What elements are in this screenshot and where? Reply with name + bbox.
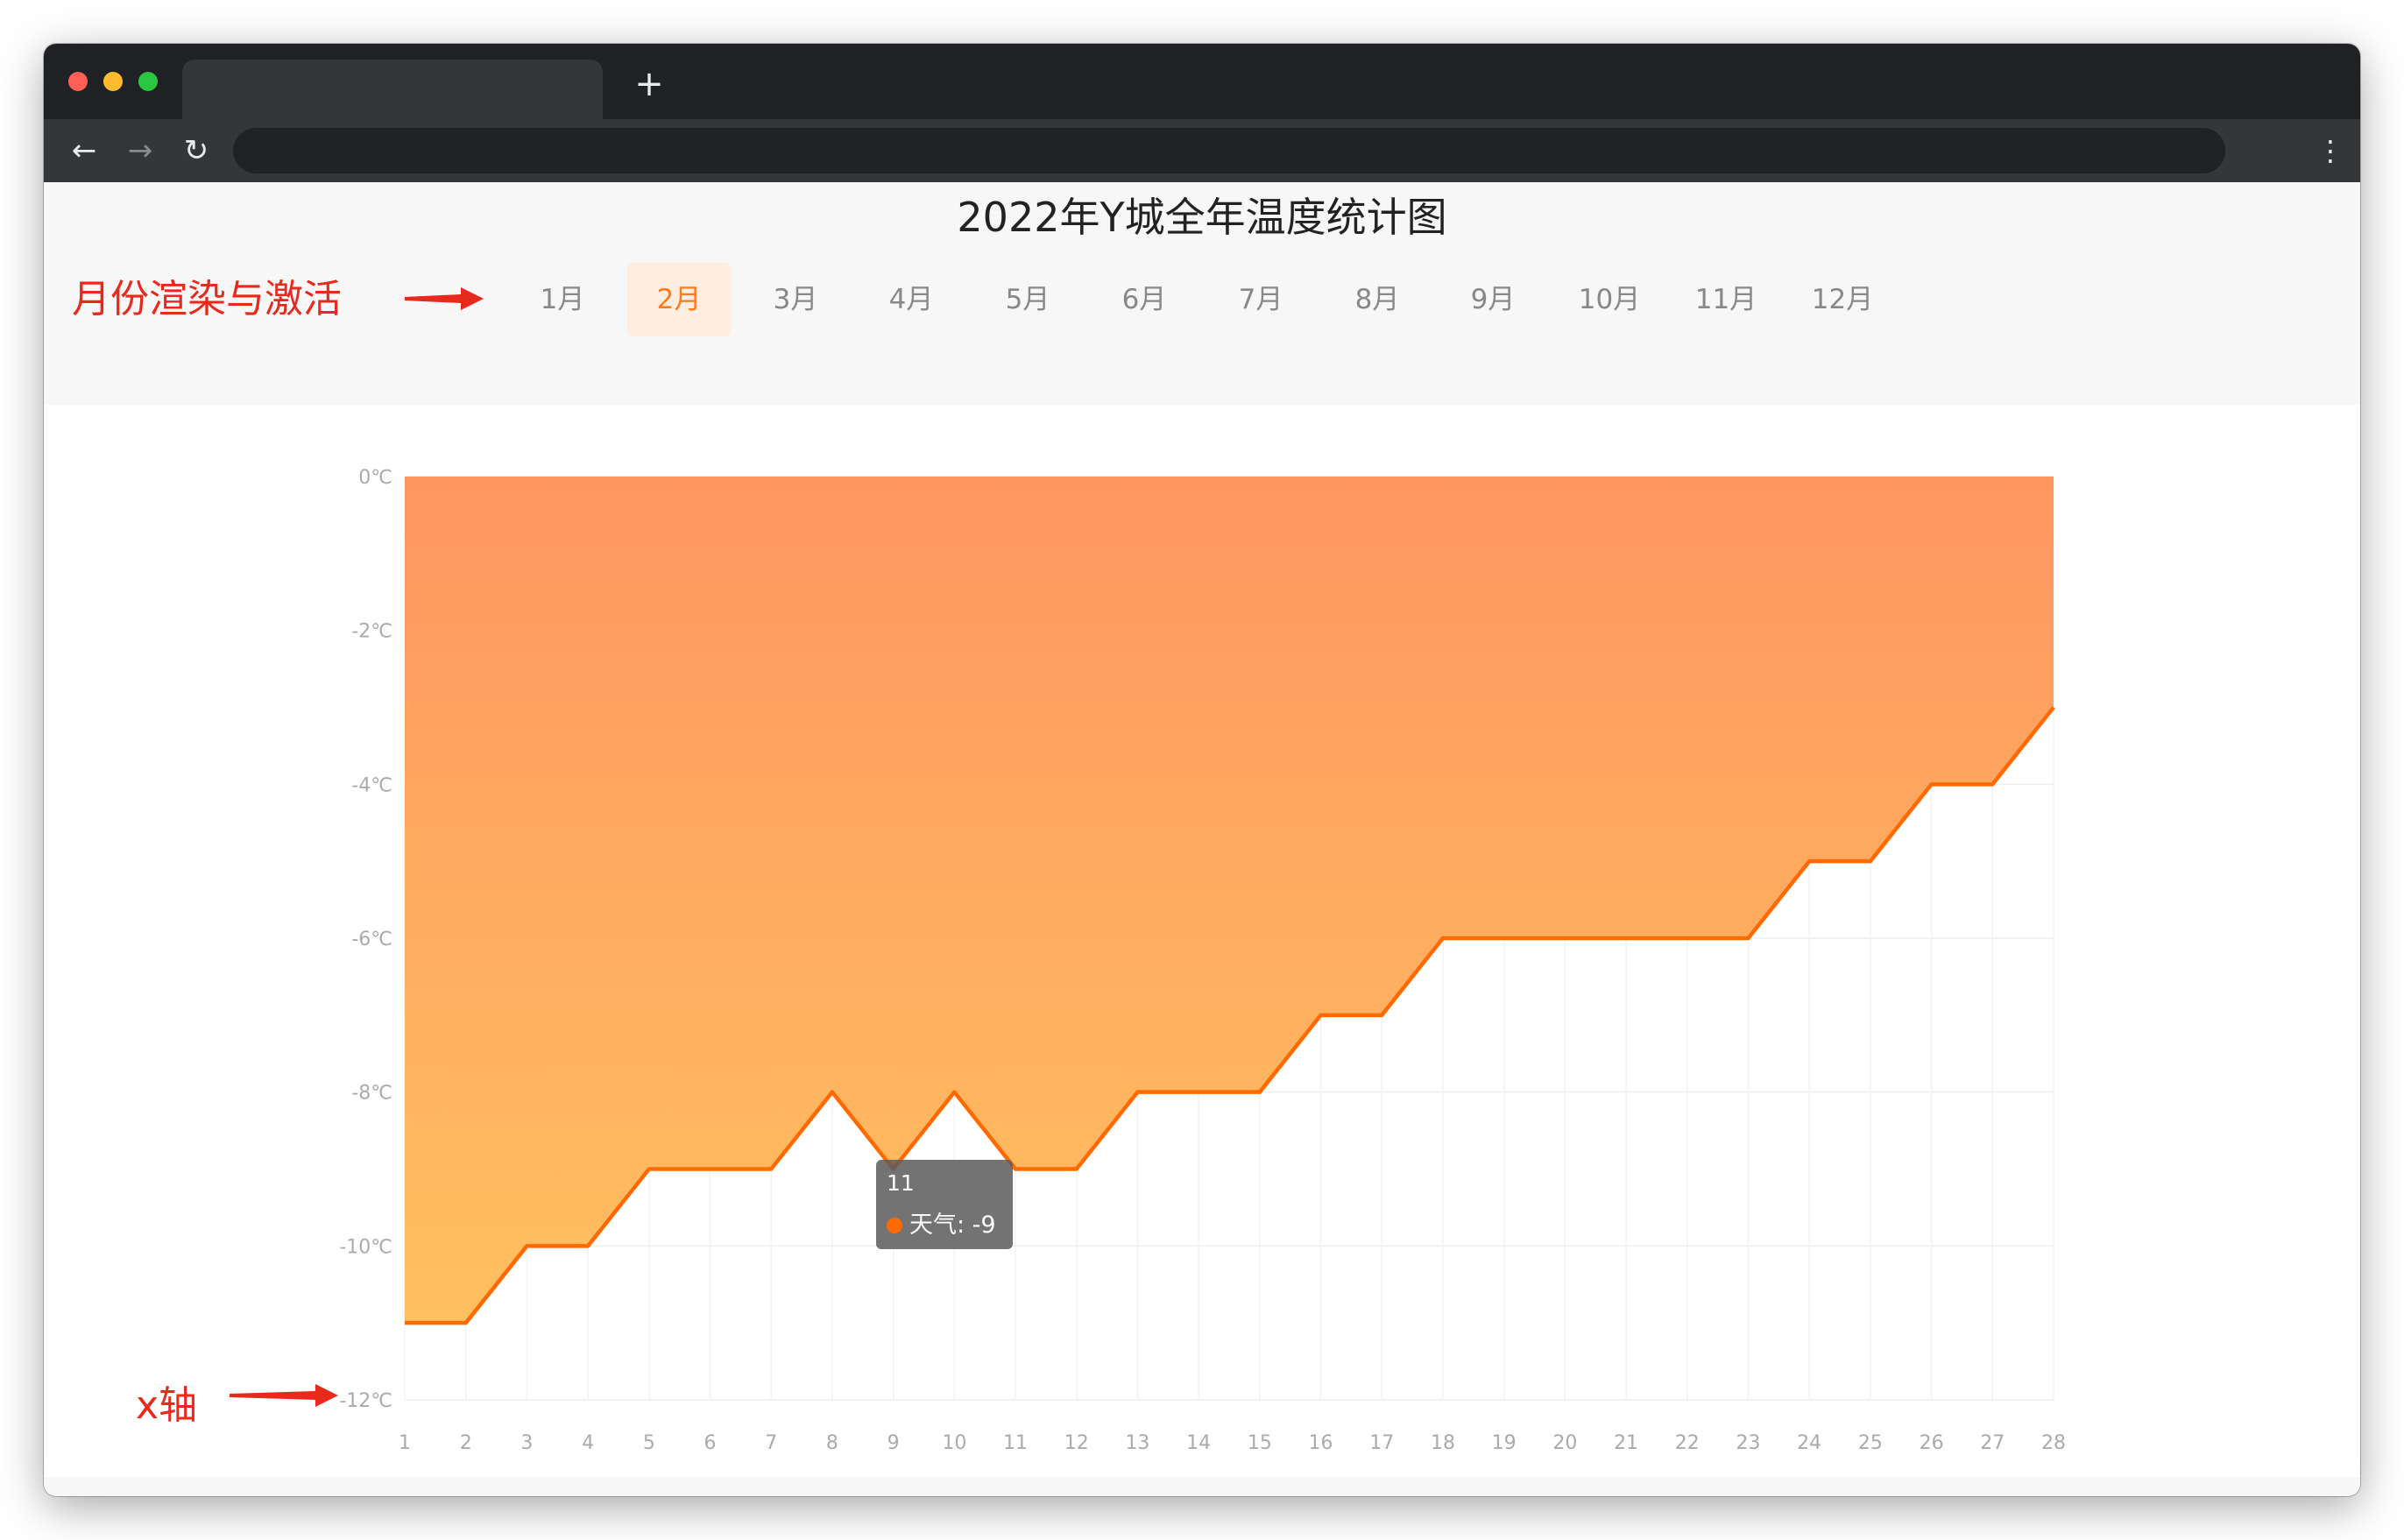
data-point[interactable]: [1987, 779, 1997, 789]
temperature-chart: 0℃-2℃-4℃-6℃-8℃-10℃-12℃ 1 2 3 4 5 6 7 8 9 10 11 12 13…: [339, 467, 2066, 1454]
data-point[interactable]: [1438, 933, 1448, 943]
series-dot-icon: [887, 1218, 902, 1233]
y-tick-label: -12℃: [339, 1390, 392, 1412]
x-tick-label: 25: [1858, 1432, 1883, 1454]
x-tick-label: 5: [643, 1432, 655, 1454]
data-point[interactable]: [1927, 779, 1937, 789]
data-point[interactable]: [1559, 933, 1570, 943]
x-tick-label: 13: [1125, 1432, 1149, 1454]
browser-tab[interactable]: [182, 60, 603, 119]
x-tick-label: 26: [1920, 1432, 1944, 1454]
x-tick-label: 14: [1186, 1432, 1211, 1454]
x-tick-label: 3: [520, 1432, 533, 1454]
tooltip-value: 天气: -9: [909, 1212, 996, 1239]
area-fill: [405, 477, 2054, 1324]
data-point[interactable]: [949, 1087, 959, 1098]
x-tick-label: 7: [765, 1432, 777, 1454]
data-point[interactable]: [1865, 856, 1876, 866]
x-tick-label: 6: [704, 1432, 717, 1454]
data-point[interactable]: [1071, 1164, 1082, 1175]
x-tick-label: 19: [1492, 1432, 1517, 1454]
tooltip-day: 11: [887, 1170, 915, 1196]
x-tick-label: 2: [460, 1432, 472, 1454]
y-tick-label: 0℃: [358, 467, 392, 489]
browser-window: + ← → ↻ ⋮ 2022年Y城全年温度统计图 月份渲染与激活 1月 2月 3月 4…: [44, 44, 2360, 1496]
y-tick-label: -10℃: [339, 1236, 392, 1258]
minimize-window-button[interactable]: [103, 72, 123, 91]
x-tick-label: 22: [1675, 1432, 1700, 1454]
data-point[interactable]: [827, 1087, 838, 1098]
back-arrow-icon[interactable]: ←: [63, 130, 105, 172]
page-content: 2022年Y城全年温度统计图 月份渲染与激活 1月 2月 3月 4月 5月 6月 7月 8月 9…: [44, 182, 2360, 1496]
data-point[interactable]: [1682, 933, 1693, 943]
x-tick-label: 24: [1797, 1432, 1821, 1454]
data-point[interactable]: [766, 1164, 776, 1175]
data-point[interactable]: [1499, 933, 1510, 943]
data-point[interactable]: [644, 1164, 654, 1175]
y-tick-label: -2℃: [351, 621, 392, 643]
x-tick-label: 12: [1064, 1432, 1089, 1454]
data-point[interactable]: [583, 1240, 593, 1251]
address-bar[interactable]: [233, 128, 2225, 173]
data-point[interactable]: [2048, 703, 2059, 713]
browser-toolbar: ← → ↻ ⋮: [44, 119, 2360, 182]
close-window-button[interactable]: [68, 72, 88, 91]
new-tab-button[interactable]: +: [627, 58, 671, 110]
data-point[interactable]: [1376, 1010, 1387, 1021]
chart-tooltip: 11 天气: -9: [876, 1160, 1013, 1249]
data-point[interactable]: [705, 1164, 716, 1175]
x-tick-label: 27: [1980, 1432, 2005, 1454]
x-tick-label: 17: [1369, 1432, 1394, 1454]
y-tick-label: -4℃: [351, 774, 392, 796]
x-tick-label: 15: [1248, 1432, 1272, 1454]
data-point[interactable]: [1743, 933, 1753, 943]
data-point[interactable]: [521, 1240, 532, 1251]
x-tick-label: 4: [582, 1432, 594, 1454]
data-point[interactable]: [399, 1317, 410, 1328]
y-tick-label: -8℃: [351, 1083, 392, 1105]
x-tick-label: 23: [1736, 1432, 1760, 1454]
x-tick-label: 18: [1431, 1432, 1455, 1454]
x-tick-label: 10: [942, 1432, 966, 1454]
x-tick-label: 8: [826, 1432, 838, 1454]
forward-arrow-icon[interactable]: →: [119, 130, 161, 172]
browser-menu-icon[interactable]: ⋮: [2316, 130, 2344, 172]
data-point[interactable]: [461, 1317, 471, 1328]
x-tick-label: 28: [2041, 1432, 2066, 1454]
data-point[interactable]: [1193, 1087, 1204, 1098]
browser-titlebar: +: [44, 44, 2360, 119]
reload-icon[interactable]: ↻: [175, 130, 217, 172]
y-tick-label: -6℃: [351, 929, 392, 950]
maximize-window-button[interactable]: [138, 72, 158, 91]
x-tick-label: 9: [887, 1432, 900, 1454]
data-point[interactable]: [1804, 856, 1814, 866]
annotation-arrow-icon: [230, 1384, 338, 1407]
x-tick-label: 11: [1003, 1432, 1028, 1454]
tooltip-value-row: 天气: -9: [887, 1205, 996, 1240]
annotation-x-axis: x轴: [136, 1383, 198, 1428]
data-point[interactable]: [1316, 1010, 1326, 1021]
x-tick-label: 1: [399, 1432, 411, 1454]
data-point[interactable]: [1255, 1087, 1265, 1098]
data-point[interactable]: [1132, 1087, 1142, 1098]
x-tick-label: 20: [1552, 1432, 1577, 1454]
x-tick-label: 21: [1614, 1432, 1638, 1454]
data-point[interactable]: [1621, 933, 1631, 943]
x-tick-label: 16: [1309, 1432, 1333, 1454]
